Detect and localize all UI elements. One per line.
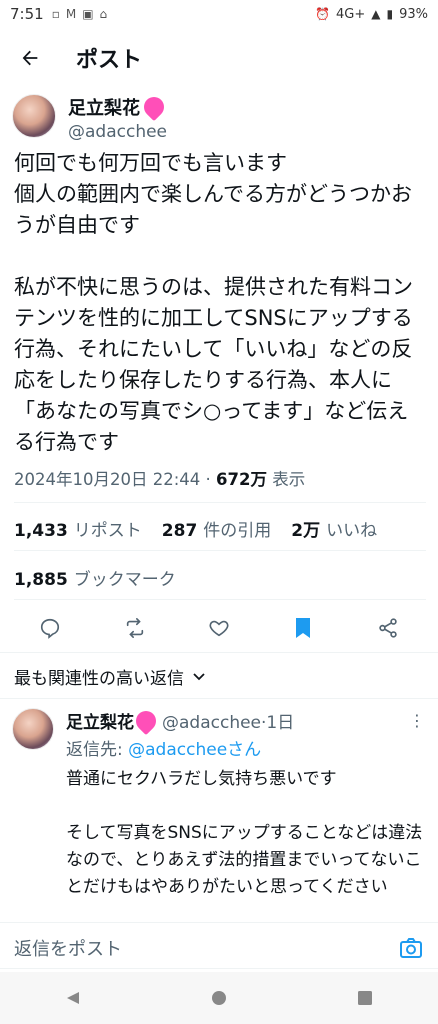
reply-to-mention[interactable]: @adaccheeさん — [128, 740, 261, 760]
tweet-timestamp[interactable]: 2024年10月20日 22:44 — [14, 470, 200, 489]
gallery-icon: ▣ — [82, 7, 94, 21]
camera-icon — [400, 938, 422, 958]
tweet-meta: 2024年10月20日 22:44 · 672万 表示 — [14, 466, 305, 490]
like-icon — [209, 620, 229, 637]
tweet-author: 足立梨花 @adacchee — [12, 92, 426, 142]
chevron-down-icon — [193, 672, 205, 680]
avatar[interactable] — [12, 708, 54, 750]
reply-text: 普通にセクハラだし気持ち悪いです そして写真をSNSにアップすることなどは違法な… — [66, 766, 426, 901]
back-button[interactable] — [0, 34, 60, 82]
reply-to-label: 返信先: — [66, 740, 123, 760]
engagement-stats: 1,433 リポスト 287 件の引用 2万 いいね — [14, 516, 377, 541]
author-name[interactable]: 足立梨花 — [68, 92, 169, 122]
reposts-stat[interactable]: 1,433 リポスト — [14, 516, 142, 541]
likes-stat[interactable]: 2万 いいね — [291, 516, 377, 541]
view-label: 表示 — [272, 470, 306, 489]
nav-recents-button[interactable] — [341, 978, 389, 1018]
divider — [14, 599, 426, 600]
network-label: 4G+ — [336, 6, 366, 22]
bookmarks-stat[interactable]: 1,885 ブックマーク — [14, 565, 176, 590]
reposts-count: 1,433 — [14, 521, 68, 541]
reply-compose-bar: 返信をポスト — [0, 928, 438, 968]
peach-icon — [131, 706, 161, 735]
sim-icon: ▫ — [51, 7, 60, 21]
reply-paragraph: 普通にセクハラだし気持ち悪いです — [66, 769, 337, 789]
reply-item[interactable]: 足立梨花 @adacchee·1日 ⋮ 返信先: @adaccheeさん 普通に… — [12, 706, 426, 901]
quotes-count: 287 — [161, 521, 198, 541]
reply-sort-dropdown[interactable]: 最も関連性の高い返信 — [14, 664, 206, 689]
bookmarks-count: 1,885 — [14, 570, 68, 590]
system-icons: ⏰ 4G+ ▲ ▮ 93% — [315, 7, 428, 22]
reply-handle-text: @adacchee — [162, 713, 262, 733]
like-button[interactable] — [199, 608, 239, 648]
camera-button[interactable] — [398, 935, 424, 961]
likes-count: 2万 — [291, 521, 321, 541]
nav-back-button[interactable] — [49, 978, 97, 1018]
reply-author-name-text: 足立梨花 — [66, 713, 134, 733]
reply-button[interactable] — [30, 608, 70, 648]
author-name-text: 足立梨花 — [68, 98, 140, 119]
alarm-icon: ⏰ — [315, 7, 330, 21]
peach-icon — [139, 92, 169, 122]
arrow-left-icon — [22, 50, 38, 66]
notification-icons: ▫ M ▣ ⌂ — [52, 7, 107, 21]
share-icon — [379, 618, 397, 638]
divider — [0, 922, 438, 923]
reply-input[interactable]: 返信をポスト — [14, 935, 398, 961]
gmail-icon: M — [65, 7, 77, 21]
reply-time: 1日 — [266, 713, 295, 733]
system-nav-bar — [0, 972, 438, 1024]
reply-to: 返信先: @adaccheeさん — [66, 735, 426, 760]
divider — [0, 968, 438, 969]
home-icon: ⌂ — [99, 7, 108, 21]
more-options-icon[interactable]: ⋮ — [409, 711, 426, 730]
circle-home-icon — [212, 991, 226, 1005]
avatar[interactable] — [12, 94, 56, 138]
view-count: 672万 — [216, 470, 267, 489]
battery-icon: ▮ — [386, 7, 394, 21]
quotes-stat[interactable]: 287 件の引用 — [162, 516, 272, 541]
bookmark-icon — [296, 618, 311, 638]
meta-separator: · — [205, 470, 211, 489]
triangle-back-icon — [67, 992, 79, 1004]
page-title: ポスト — [76, 48, 143, 73]
divider — [14, 550, 426, 551]
reply-paragraph: そして写真をSNSにアップすることなどは違法なので、とりあえず法的措置までいって… — [66, 823, 423, 897]
tweet-paragraph: 何回でも何万回でも言います 個人の範囲内で楽しんでる方がどうつかおうが自由です — [14, 151, 412, 237]
header: ポスト — [0, 34, 438, 82]
divider — [0, 698, 438, 699]
bookmarks-label: ブックマーク — [73, 570, 176, 590]
square-recents-icon — [358, 991, 372, 1005]
reply-icon — [41, 618, 60, 639]
reply-author-name[interactable]: 足立梨花 — [66, 706, 161, 735]
reposts-label: リポスト — [73, 521, 142, 541]
signal-icon: ▲ — [371, 7, 381, 21]
likes-label: いいね — [326, 521, 378, 541]
bookmark-button[interactable] — [283, 608, 323, 648]
divider — [0, 652, 438, 653]
quotes-label: 件の引用 — [203, 521, 272, 541]
share-button[interactable] — [368, 608, 408, 648]
repost-button[interactable] — [115, 608, 155, 648]
repost-icon — [126, 618, 143, 638]
tweet-text: 何回でも何万回でも言います 個人の範囲内で楽しんでる方がどうつかおうが自由です … — [14, 148, 426, 458]
nav-home-button[interactable] — [195, 978, 243, 1018]
status-time: 7:51 — [10, 5, 44, 23]
battery-level: 93% — [399, 6, 428, 22]
action-bar — [0, 608, 438, 648]
reply-handle: @adacchee·1日 — [162, 708, 294, 733]
status-bar: 7:51 ▫ M ▣ ⌂ ⏰ 4G+ ▲ ▮ 93% — [0, 0, 438, 28]
sort-label: 最も関連性の高い返信 — [14, 669, 184, 689]
tweet-paragraph: 私が不快に思うのは、提供された有料コンテンツを性的に加工してSNSにアップする行… — [14, 275, 413, 454]
author-handle[interactable]: @adacchee — [68, 122, 167, 142]
divider — [14, 502, 426, 503]
